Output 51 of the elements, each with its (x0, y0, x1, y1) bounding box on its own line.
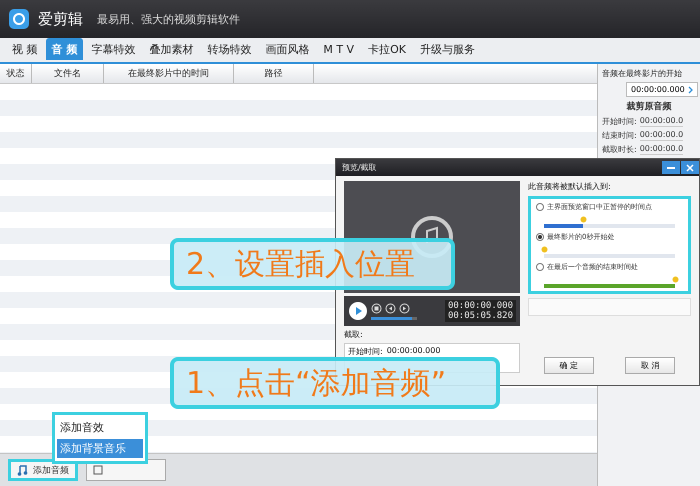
slider-thumb[interactable] (672, 276, 679, 283)
minimize-button[interactable] (662, 161, 680, 174)
start-time-field[interactable]: 00:00:00.000 (386, 346, 440, 355)
music-note-icon (17, 464, 29, 476)
callout-label: 1、点击“添加音频” (170, 357, 500, 409)
next-icon[interactable] (399, 302, 410, 314)
slider-thumb[interactable] (580, 216, 588, 223)
tab[interactable]: 叠加素材 (143, 38, 200, 60)
add-audio-button[interactable]: 添加音频 (8, 459, 78, 481)
time-field[interactable]: 00:00:00.000 (626, 82, 698, 97)
app-slogan: 最易用、强大的视频剪辑软件 (97, 12, 240, 26)
time-value[interactable]: 00:00:00.0 (640, 116, 684, 127)
tab[interactable]: 转场特效 (201, 38, 258, 60)
stop-icon[interactable] (371, 302, 382, 314)
field-label: 结束时间: (602, 130, 637, 141)
close-button[interactable] (681, 161, 699, 174)
dialog-title: 预览/截取 (342, 162, 377, 173)
tab[interactable]: 视 频 (6, 38, 44, 60)
column-header[interactable]: 文件名 (32, 64, 104, 83)
tab[interactable]: 卡拉OK (362, 38, 412, 60)
tab[interactable]: 画面风格 (259, 38, 316, 60)
column-header[interactable]: 在最终影片中的时间 (104, 64, 234, 83)
section-title: 裁剪原音频 (626, 100, 672, 113)
slider-thumb[interactable] (541, 246, 548, 253)
app-name: 爱剪辑 (38, 10, 83, 28)
panel-title: 音频在最终影片的开始 (602, 68, 683, 79)
column-header[interactable]: 路径 (234, 64, 314, 83)
radio-button[interactable] (536, 203, 544, 211)
tab[interactable]: 升级与服务 (414, 38, 481, 60)
close-icon (686, 164, 694, 172)
radio-button[interactable] (536, 263, 544, 271)
time-value[interactable]: 00:00:00.0 (640, 144, 684, 155)
dialog-button[interactable]: 取 消 (625, 357, 676, 374)
chevron-right-icon[interactable] (688, 86, 693, 94)
minus-icon (667, 166, 675, 168)
clip-label: 截取: (344, 329, 364, 340)
time-display: 00:00:00.000 00:05:05.820 (444, 300, 516, 322)
play-icon[interactable] (348, 301, 368, 321)
column-header[interactable]: 状态 (0, 64, 32, 83)
insert-heading: 此音频将被默认插入到: (528, 181, 612, 192)
field-label: 开始时间: (602, 116, 637, 127)
field-label: 截取时长: (602, 144, 637, 155)
radio-button[interactable] (536, 233, 544, 241)
dialog-button[interactable]: 确 定 (544, 357, 594, 374)
tab[interactable]: M T V (317, 38, 360, 60)
previous-icon[interactable] (385, 302, 396, 314)
tab[interactable]: 字幕特效 (85, 38, 142, 60)
app-logo-icon (8, 8, 30, 30)
callout-label: 2、设置插入位置 (170, 238, 455, 290)
field-label: 开始时间: (348, 346, 383, 357)
time-value[interactable]: 00:00:00.0 (640, 130, 684, 141)
